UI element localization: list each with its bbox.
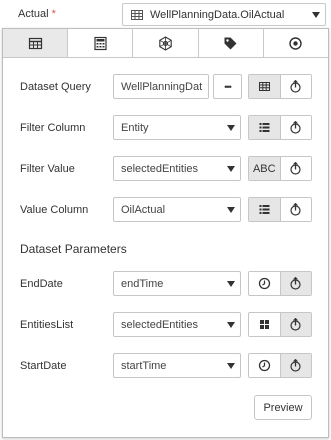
required-marker: * (51, 8, 56, 20)
clock-arrow-icon (290, 318, 301, 331)
expression-mode-button[interactable] (280, 75, 311, 98)
preview-button[interactable]: Preview (254, 395, 312, 420)
filter-column-row: Filter Column Entity (3, 115, 328, 141)
tag-icon (224, 37, 237, 49)
data-source-select[interactable]: WellPlanningData.OilActual (122, 3, 326, 26)
chevron-down-icon (227, 207, 235, 213)
expression-mode-button[interactable] (280, 116, 311, 139)
value-column-mode-toggle (248, 197, 312, 222)
filter-value-select[interactable]: selectedEntities (113, 156, 241, 181)
target-icon (289, 36, 303, 50)
value-column-value: OilActual (121, 203, 166, 216)
clock-arrow-icon (290, 277, 301, 290)
startdate-select[interactable]: startTime (113, 353, 241, 378)
text-mode-button[interactable]: ABC (249, 157, 281, 180)
time-mode-button[interactable] (249, 272, 281, 295)
tab-calculator[interactable] (68, 29, 134, 57)
dataset-parameters-heading: Dataset Parameters (20, 242, 127, 256)
parameter-row-entitieslist: EntitiesList selectedEntities (3, 312, 328, 338)
filter-column-value: Entity (121, 121, 149, 134)
parameter-row-enddate: EndDate endTime (3, 271, 328, 297)
clock-arrow-icon (290, 359, 301, 372)
clock-arrow-icon (290, 203, 301, 216)
expression-mode-button[interactable] (280, 272, 311, 295)
actual-label: Actual * (18, 8, 56, 20)
value-column-label: Value Column (20, 204, 89, 216)
filter-value-label: Filter Value (20, 163, 75, 175)
clock-arrow-icon (290, 80, 301, 93)
grid-mode-button[interactable] (249, 313, 281, 336)
expression-mode-button[interactable] (280, 157, 311, 180)
filter-column-select[interactable]: Entity (113, 115, 241, 140)
filter-column-label: Filter Column (20, 122, 86, 134)
filter-value-value: selectedEntities (121, 162, 199, 175)
filter-value-row: Filter Value selectedEntities ABC (3, 156, 328, 182)
dataset-query-mode-toggle (248, 74, 312, 99)
chevron-down-icon (227, 125, 235, 131)
expression-mode-button[interactable] (280, 313, 311, 336)
calculator-icon (94, 36, 107, 50)
tab-table[interactable] (3, 29, 69, 57)
list-mode-button[interactable] (249, 116, 281, 139)
dataset-query-input[interactable]: WellPlanningDat (113, 74, 209, 99)
value-column-select[interactable]: OilActual (113, 197, 241, 222)
more-icon: ••• (224, 81, 232, 92)
chevron-down-icon (312, 12, 320, 18)
list-icon (259, 205, 270, 214)
table-icon (28, 37, 42, 49)
data-source-value: WellPlanningData.OilActual (150, 8, 285, 21)
enddate-value: endTime (121, 277, 164, 290)
clock-arrow-icon (290, 162, 301, 175)
expression-mode-button[interactable] (280, 198, 311, 221)
table-icon (131, 9, 143, 20)
dataset-query-more-button[interactable]: ••• (213, 74, 242, 99)
chevron-down-icon (227, 363, 235, 369)
chevron-down-icon (227, 166, 235, 172)
table-icon (258, 82, 270, 91)
panel-tabs (3, 29, 329, 58)
startdate-value: startTime (121, 359, 167, 372)
entitieslist-value: selectedEntities (121, 318, 199, 331)
chevron-down-icon (227, 322, 235, 328)
enddate-mode-toggle (248, 271, 312, 296)
expression-mode-button[interactable] (280, 354, 311, 377)
clock-arrow-icon (290, 121, 301, 134)
tab-tag[interactable] (198, 29, 264, 57)
list-icon (259, 123, 270, 132)
tab-target[interactable] (263, 29, 329, 57)
startdate-mode-toggle (248, 353, 312, 378)
enddate-select[interactable]: endTime (113, 271, 241, 296)
data-binding-panel: Dataset Query WellPlanningDat ••• Filter… (2, 28, 329, 438)
tab-network[interactable] (133, 29, 199, 57)
parameter-label: EntitiesList (20, 319, 74, 331)
value-column-row: Value Column OilActual (3, 197, 328, 223)
filter-value-mode-toggle: ABC (248, 156, 312, 181)
dataset-query-label: Dataset Query (20, 81, 91, 93)
network-icon (159, 35, 172, 51)
clock-icon (258, 277, 270, 290)
entitieslist-mode-toggle (248, 312, 312, 337)
table-mode-button[interactable] (249, 75, 281, 98)
parameter-label: StartDate (20, 360, 67, 372)
chevron-down-icon (227, 281, 235, 287)
time-mode-button[interactable] (249, 354, 281, 377)
parameter-row-startdate: StartDate startTime (3, 353, 328, 379)
entitieslist-select[interactable]: selectedEntities (113, 312, 241, 337)
dataset-query-row: Dataset Query WellPlanningDat ••• (3, 74, 328, 100)
filter-column-mode-toggle (248, 115, 312, 140)
actual-field-row: Actual * WellPlanningData.OilActual (0, 0, 331, 28)
grid-icon (259, 320, 269, 329)
parameter-label: EndDate (20, 278, 63, 290)
list-mode-button[interactable] (249, 198, 281, 221)
clock-icon (258, 359, 270, 372)
